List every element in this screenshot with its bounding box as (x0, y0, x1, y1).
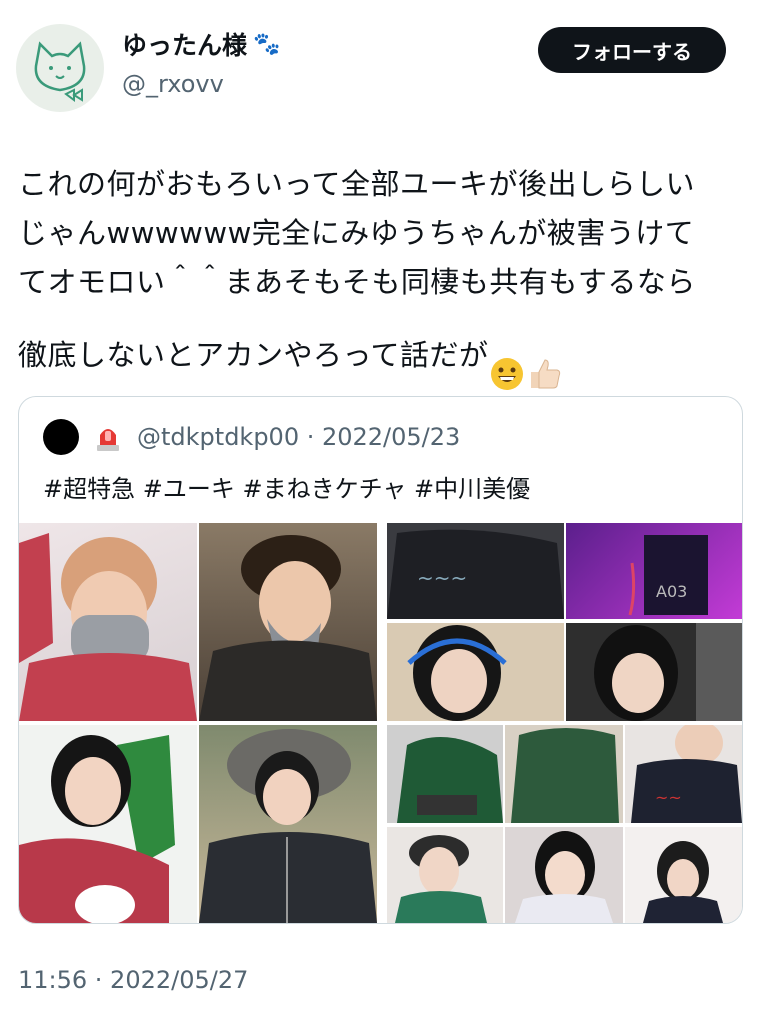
cat-sketch-avatar-icon (34, 41, 86, 102)
person-photo (19, 533, 197, 721)
tweet-text-content: これの何がおもろいって全部ユーキが後出しらしい じゃんwwwwww完全にみゆうち… (18, 167, 696, 372)
person-photo (199, 535, 377, 721)
person-photo (19, 735, 175, 923)
photo-tile[interactable] (199, 523, 377, 721)
photo-tile[interactable] (505, 827, 623, 923)
person-photo: ~~~ (387, 529, 564, 619)
person-photo (407, 625, 507, 721)
product-box-photo: A03 (628, 535, 708, 616)
photo-tile[interactable] (566, 623, 742, 721)
user-handle[interactable]: @_rxovv (122, 70, 224, 98)
tweet-text: これの何がおもろいって全部ユーキが後出しらしい じゃんwwwwww完全にみゆうち… (18, 160, 748, 407)
photo-tile[interactable] (199, 725, 377, 923)
follow-button[interactable]: フォローする (538, 27, 726, 73)
person-photo (594, 623, 742, 721)
photo-tile[interactable] (625, 827, 742, 923)
user-avatar[interactable] (16, 24, 104, 112)
svg-text:~~~: ~~~ (417, 566, 467, 590)
svg-text:~~: ~~ (655, 788, 682, 807)
police-light-icon (97, 429, 119, 451)
quoted-handle-date[interactable]: @tdkptdkp00 · 2022/05/23 (137, 423, 460, 451)
person-photo: ~~ (631, 725, 742, 823)
thumbs-up-icon (525, 307, 563, 407)
photo-tile[interactable]: ~~ (625, 725, 742, 823)
quoted-image-grid[interactable]: ~~~ A03 ~~ (19, 523, 742, 923)
photo-tile[interactable] (19, 523, 197, 721)
quoted-tweet-card[interactable]: @tdkptdkp00 · 2022/05/23 #超特急 #ユーキ #まねきケ… (18, 396, 743, 924)
display-name[interactable]: ゆったん様 (122, 26, 247, 62)
photo-tile[interactable] (505, 725, 623, 823)
display-name-row[interactable]: ゆったん様 🐾 (122, 26, 280, 62)
person-photo (511, 728, 619, 823)
photo-tile[interactable] (387, 623, 564, 721)
person-photo (199, 729, 377, 923)
person-photo (515, 831, 613, 923)
person-photo (643, 841, 723, 923)
grinning-face-icon (489, 307, 525, 407)
quoted-hashtags[interactable]: #超特急 #ユーキ #まねきケチャ #中川美優 (43, 469, 530, 504)
photo-tile[interactable]: ~~~ (387, 523, 564, 619)
svg-text:A03: A03 (656, 582, 687, 601)
photo-tile[interactable] (19, 725, 197, 923)
photo-tile[interactable]: A03 (566, 523, 742, 619)
paw-icon: 🐾 (253, 31, 281, 57)
person-photo (397, 737, 503, 823)
black-circle-avatar-icon[interactable] (43, 419, 79, 455)
person-photo (395, 835, 487, 923)
tweet-timestamp[interactable]: 11:56 · 2022/05/27 (18, 966, 248, 994)
photo-tile[interactable] (387, 725, 503, 823)
quoted-tweet-header: @tdkptdkp00 · 2022/05/23 (43, 419, 460, 455)
photo-tile[interactable] (387, 827, 503, 923)
